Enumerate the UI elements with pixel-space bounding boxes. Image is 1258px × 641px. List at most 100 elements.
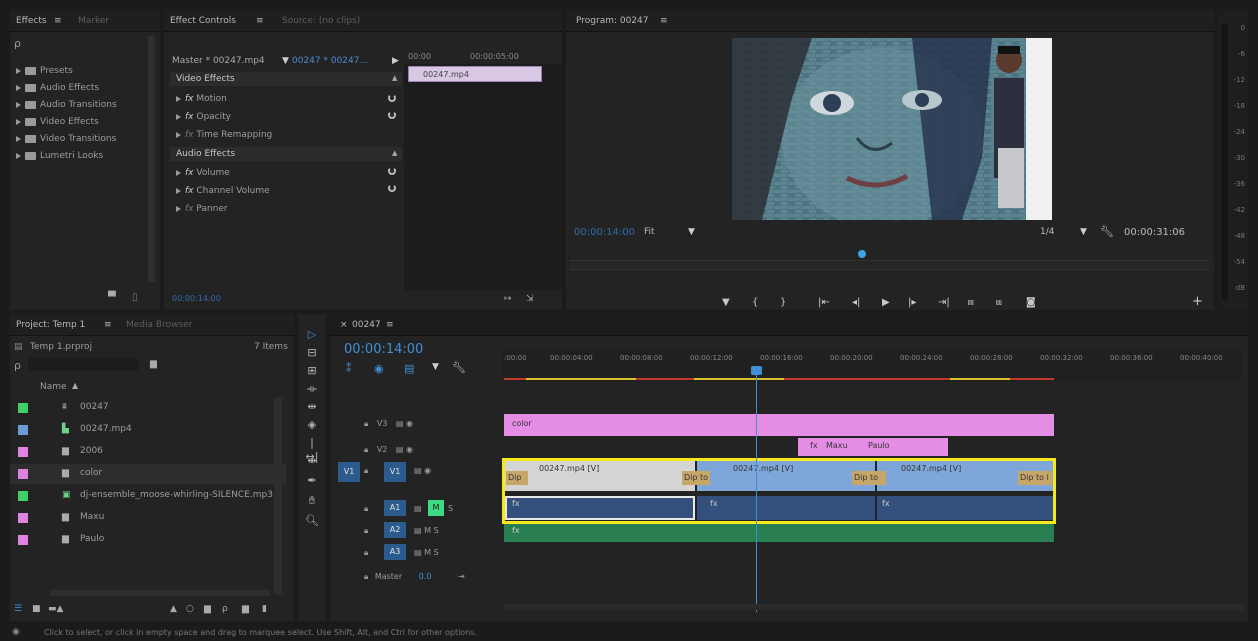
toggle-sync-icon[interactable]: ▤	[414, 466, 422, 475]
clip-a1-3[interactable]	[877, 496, 1053, 520]
tab-effect-controls[interactable]: Effect Controls	[170, 16, 236, 26]
zoom-slider-icon[interactable]: ▬▲	[48, 604, 63, 614]
fx-icon[interactable]: fx	[185, 130, 194, 140]
clip-a1-2[interactable]	[697, 496, 875, 520]
reset-icon[interactable]	[388, 94, 396, 102]
clip-v1-1[interactable]: 00247.mp4 [V]	[505, 461, 695, 491]
wrench-icon[interactable]: 🔧︎	[1100, 225, 1114, 238]
effects-scrollbar[interactable]	[148, 36, 155, 282]
icon-view-icon[interactable]: ■	[32, 604, 41, 614]
clip-a1-1[interactable]	[505, 496, 695, 520]
mute-button[interactable]: M	[424, 548, 431, 557]
sequence-clip-select[interactable]: 00247 * 00247...	[292, 56, 368, 66]
search-icon[interactable]: ρ	[222, 604, 228, 614]
add-marker-icon[interactable]: ▼	[722, 297, 730, 308]
toggle-sync-icon[interactable]: ▤	[414, 548, 422, 557]
step-forward-icon[interactable]: |▸	[908, 297, 916, 308]
solo-button[interactable]: S	[434, 548, 439, 557]
label-color-swatch[interactable]	[18, 513, 28, 523]
list-item[interactable]: ▆ 2006	[10, 442, 286, 462]
add-button-icon[interactable]: +	[1192, 294, 1203, 309]
effects-item-video-effects[interactable]: Video Effects	[16, 117, 99, 127]
list-item[interactable]: ▆ Maxu	[10, 508, 286, 528]
label-color-swatch[interactable]	[18, 535, 28, 545]
go-to-out-icon[interactable]: ⇥|	[938, 297, 950, 308]
snap-icon[interactable]: ⁑	[346, 362, 352, 375]
expand-icon[interactable]	[16, 118, 21, 125]
tab-media-browser[interactable]: Media Browser	[126, 320, 192, 330]
lock-icon[interactable]: 🔒︎	[364, 572, 368, 581]
transition-dip-2[interactable]: Dip to	[682, 471, 710, 485]
toggle-sync-icon[interactable]: ▤	[414, 526, 422, 535]
ec-timecode[interactable]: 00:00:14:00	[172, 294, 221, 303]
trash-icon[interactable]: ▮	[262, 604, 267, 614]
rate-stretch-tool-icon[interactable]: ⇹	[305, 400, 319, 414]
list-item[interactable]: ▙ 00247.mp4	[10, 420, 286, 440]
clip-bar[interactable]: 00247.mp4	[408, 66, 542, 82]
tab-menu-icon[interactable]: ≡	[54, 16, 62, 26]
effects-item-video-transitions[interactable]: Video Transitions	[16, 134, 116, 144]
lock-icon[interactable]: 🔒︎	[364, 548, 368, 557]
label-color-swatch[interactable]	[18, 447, 28, 457]
clip-v1-2[interactable]: 00247.mp4 [V]	[697, 461, 875, 491]
effects-item-audio-effects[interactable]: Audio Effects	[16, 83, 99, 93]
expand-icon[interactable]	[176, 113, 181, 120]
tab-menu-icon[interactable]: ≡	[386, 320, 394, 330]
expand-icon[interactable]	[16, 67, 21, 74]
effect-time-remapping[interactable]: fx Time Remapping	[176, 130, 272, 140]
lock-icon[interactable]: 🔒︎	[364, 419, 368, 428]
tab-menu-icon[interactable]: ≡	[104, 320, 112, 330]
fit-select[interactable]: Fit	[644, 227, 655, 237]
label-color-swatch[interactable]	[18, 491, 28, 501]
fx-icon[interactable]: fx	[185, 94, 194, 104]
pen-tool-icon[interactable]: ✒︎	[305, 474, 319, 488]
effects-item-audio-transitions[interactable]: Audio Transitions	[16, 100, 117, 110]
label-color-swatch[interactable]	[18, 469, 28, 479]
timeline-playhead[interactable]	[756, 366, 757, 612]
toggle-sync-icon[interactable]: ▤	[414, 504, 422, 513]
resolution-dropdown-icon[interactable]: ▼	[1080, 227, 1087, 237]
linked-selection-icon[interactable]: ◉	[374, 362, 384, 375]
expand-icon[interactable]	[16, 84, 21, 91]
tab-program[interactable]: Program: 00247	[576, 16, 649, 26]
lock-icon[interactable]: 🔒︎	[364, 445, 368, 454]
mute-button[interactable]: M	[428, 500, 444, 516]
close-icon[interactable]: ×	[340, 320, 348, 330]
play-icon[interactable]: ▶	[882, 297, 890, 308]
fx-icon[interactable]: fx	[185, 168, 194, 178]
dropdown-arrow-icon[interactable]: ▼	[282, 56, 289, 66]
lift-icon[interactable]: ⩎	[968, 297, 974, 308]
tab-effects[interactable]: Effects	[16, 16, 47, 26]
expand-icon[interactable]	[16, 101, 21, 108]
tab-project[interactable]: Project: Temp 1	[16, 320, 85, 330]
track-name[interactable]: V3	[377, 419, 388, 428]
collapse-icon[interactable]: ▲	[392, 149, 397, 157]
expand-icon[interactable]	[16, 152, 21, 159]
clip-a2-audio[interactable]: fx	[504, 524, 1054, 542]
selection-tool-icon[interactable]: ▷	[305, 328, 319, 342]
lock-icon[interactable]: 🔒︎	[364, 466, 368, 475]
effect-panner[interactable]: fx Panner	[176, 204, 228, 214]
fx-icon[interactable]: fx	[185, 204, 194, 214]
track-v1-target[interactable]: V1	[384, 462, 406, 482]
resolution-select[interactable]: 1/4	[1040, 227, 1054, 237]
tab-markers[interactable]: Marker	[78, 16, 109, 26]
trash-icon[interactable]: ▯	[132, 292, 138, 303]
search-icon[interactable]: ρ	[14, 37, 21, 50]
mark-in-icon[interactable]: {	[752, 297, 758, 308]
camera-icon[interactable]: ◙	[1026, 297, 1036, 308]
solo-button[interactable]: S	[448, 504, 453, 513]
tab-menu-icon[interactable]: ≡	[660, 16, 668, 26]
marker-icon[interactable]: ▼	[432, 362, 439, 372]
label-color-swatch[interactable]	[18, 425, 28, 435]
solo-button[interactable]: S	[434, 526, 439, 535]
expand-icon[interactable]	[176, 205, 181, 212]
eye-icon[interactable]: ◉	[406, 419, 413, 428]
tab-source[interactable]: Source: (no clips)	[282, 16, 360, 26]
toggle-sync-icon[interactable]: ▤	[396, 445, 404, 454]
ripple-edit-tool-icon[interactable]: ⊞	[305, 364, 319, 378]
playhead-marker[interactable]	[858, 250, 866, 258]
find-icon[interactable]: ○	[186, 604, 194, 614]
list-item[interactable]: ▣ dj-ensemble_moose-whirling-SILENCE.mp3	[10, 486, 286, 506]
automate-icon[interactable]: ▲	[170, 604, 177, 614]
